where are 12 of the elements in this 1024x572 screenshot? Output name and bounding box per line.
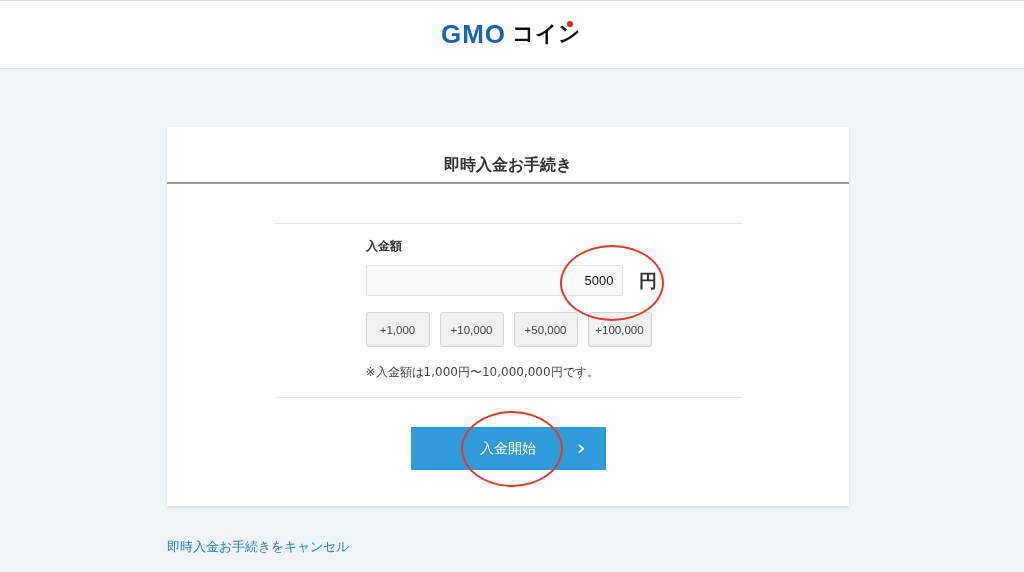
amount-field[interactable]: 5000: [365, 265, 623, 296]
chevron-icon: ›: [576, 435, 586, 460]
cancel-link[interactable]: 即時入金お手続きをキャンセル: [167, 539, 349, 554]
logo: GMO コイン: [439, 17, 583, 51]
add-amount-button[interactable]: +10,000: [439, 312, 504, 347]
add-amount-button[interactable]: +1,000: [365, 312, 430, 347]
add-amount-button[interactable]: +50,000: [513, 312, 578, 347]
card-title: 即時入金お手続き: [167, 127, 849, 184]
unit-label: 円: [638, 268, 657, 293]
field-label: 入金額: [365, 238, 403, 255]
add-amount-button[interactable]: +100,000: [587, 312, 652, 347]
note-text: ※入金額は1,000円〜10,000,000円です。: [365, 364, 600, 381]
